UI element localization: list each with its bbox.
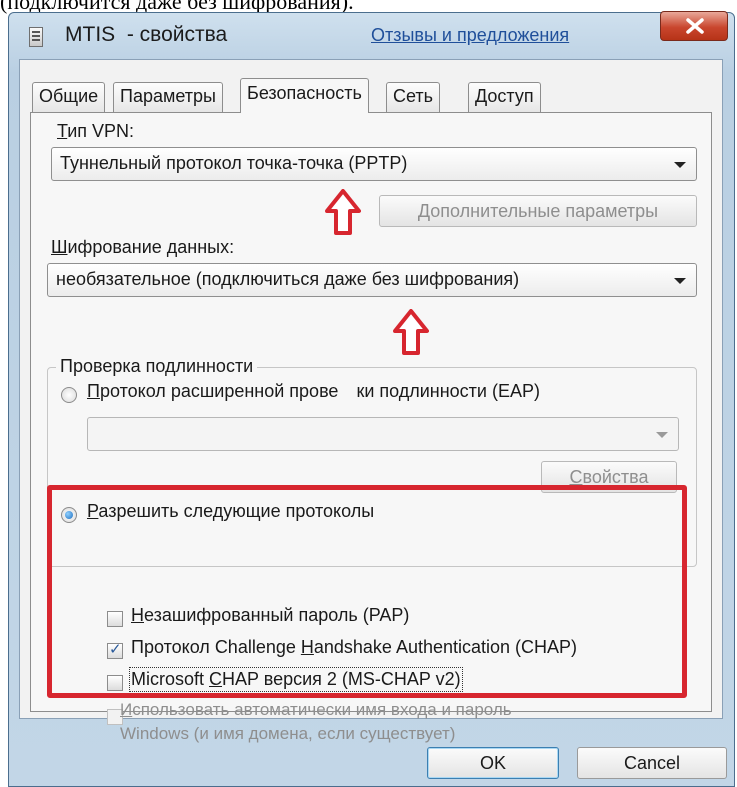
auto-logon-accel: И — [120, 700, 133, 719]
eap-label-text-end: ки подлинности (EAP) — [356, 381, 540, 401]
eap-accel: П — [87, 381, 100, 401]
vpn-type-accel: Т — [57, 121, 68, 141]
eap-method-select[interactable] — [87, 417, 679, 451]
properties-accel: С — [569, 467, 583, 487]
encryption-label-text: ифрование данных: — [67, 237, 235, 257]
ok-button[interactable]: OK — [427, 747, 559, 779]
encryption-select[interactable]: необязательное (подключиться даже без ши… — [47, 263, 697, 297]
auto-logon-label[interactable]: Использовать автоматически имя входа и п… — [120, 700, 512, 720]
advanced-settings-button[interactable]: Дополнительные параметры — [379, 195, 697, 227]
tab-general[interactable]: Общие — [32, 82, 106, 112]
tab-parameters[interactable]: Параметры — [113, 82, 223, 112]
encryption-label: Шифрование данных: — [51, 237, 234, 258]
network-connection-icon — [29, 27, 43, 47]
chevron-down-icon — [674, 162, 686, 168]
auth-group-title: Проверка подлинности — [56, 356, 258, 377]
feedback-link[interactable]: Отзывы и предложения — [371, 25, 569, 46]
encryption-value: необязательное (подключиться даже без ши… — [56, 269, 520, 289]
vpn-type-value: Туннельный протокол точка-точка (PPTP) — [60, 153, 408, 173]
auto-logon-note: Windows (и имя домена, если существует) — [120, 724, 456, 743]
eap-label-text: ротокол расширенной прове — [99, 381, 339, 401]
window-title: MTIS - свойства — [65, 23, 228, 46]
annotation-highlight-box — [47, 485, 687, 698]
tab-security[interactable]: Безопасность — [240, 78, 369, 113]
close-icon — [686, 18, 704, 34]
title-bar[interactable]: MTIS - свойства Отзывы и предложения — [9, 11, 734, 57]
vpn-type-select[interactable]: Туннельный протокол точка-точка (PPTP) — [51, 147, 697, 181]
chevron-down-icon — [656, 432, 668, 438]
auto-logon-text: спользовать автоматически имя входа и па… — [132, 700, 512, 719]
properties-button-text: войства — [582, 467, 649, 487]
eap-label[interactable]: Протокол расширенной прове ки подлинности… — [87, 381, 540, 402]
eap-radio[interactable] — [61, 387, 77, 403]
cancel-button[interactable]: Cancel — [577, 747, 727, 779]
tab-sharing[interactable]: Доступ — [468, 82, 541, 112]
chevron-down-icon — [674, 278, 686, 284]
annotation-arrow-up-icon — [393, 309, 429, 355]
annotation-arrow-up-icon — [325, 189, 361, 235]
encryption-accel: Ш — [51, 237, 68, 257]
properties-window: MTIS - свойства Отзывы и предложения Общ… — [8, 11, 735, 787]
tab-network[interactable]: Сеть — [386, 82, 441, 112]
vpn-type-label-text: ип VPN: — [67, 121, 135, 141]
vpn-type-label: Тип VPN: — [57, 121, 134, 142]
close-button[interactable] — [660, 11, 728, 41]
